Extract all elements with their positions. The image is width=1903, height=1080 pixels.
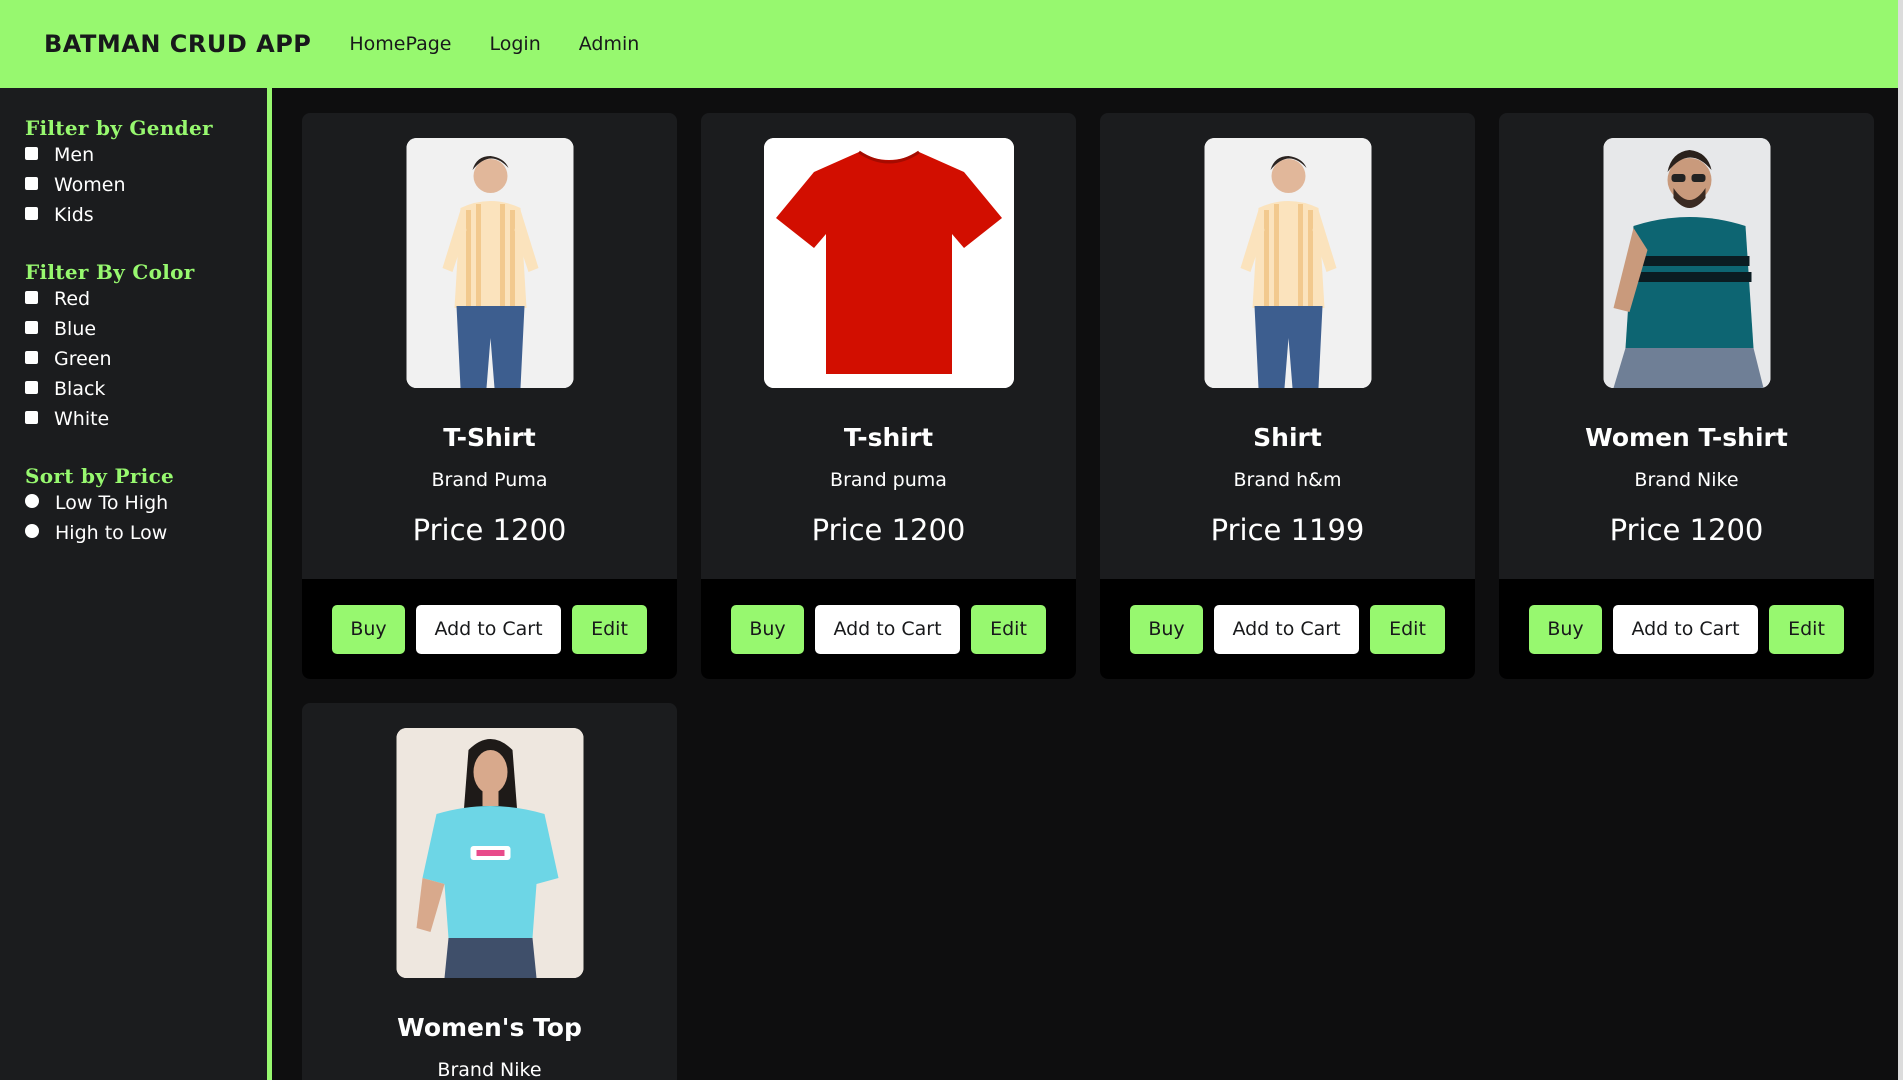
- product-card: Shirt Brand h&m Price 1199 Buy Add to Ca…: [1100, 113, 1475, 679]
- product-image: [1603, 138, 1770, 388]
- edit-button[interactable]: Edit: [1370, 604, 1445, 654]
- edit-button[interactable]: Edit: [1769, 604, 1844, 654]
- product-card: T-Shirt Brand Puma Price 1200 Buy Add to…: [302, 113, 677, 679]
- gender-filter-title: Filter by Gender: [25, 116, 213, 140]
- product-price: Price 1200: [811, 513, 966, 547]
- window-scrollbar[interactable]: [1898, 0, 1903, 1080]
- product-brand: Brand Nike: [1634, 469, 1739, 491]
- product-price: Price 1199: [1210, 513, 1365, 547]
- checkbox[interactable]: [25, 320, 38, 334]
- add-to-cart-button[interactable]: Add to Cart: [1214, 604, 1359, 654]
- product-card: Women T-shirt Brand Nike Price 1200 Buy …: [1499, 113, 1874, 679]
- product-title: Women T-shirt: [1585, 423, 1788, 452]
- product-title: Shirt: [1253, 423, 1322, 452]
- color-option-green[interactable]: Green: [25, 344, 267, 374]
- filter-sidebar: Filter by Gender Men Women Kids Filter B…: [0, 88, 272, 1080]
- price-sort-title: Sort by Price: [25, 464, 175, 488]
- product-title: Women's Top: [397, 1013, 582, 1042]
- add-to-cart-button[interactable]: Add to Cart: [416, 604, 561, 654]
- product-grid: T-Shirt Brand Puma Price 1200 Buy Add to…: [277, 88, 1898, 1080]
- nav-link-login[interactable]: Login: [490, 33, 541, 55]
- radio-button[interactable]: [25, 524, 39, 538]
- edit-button[interactable]: Edit: [971, 604, 1046, 654]
- buy-button[interactable]: Buy: [1130, 604, 1203, 654]
- gender-option-kids[interactable]: Kids: [25, 200, 267, 230]
- radio-button[interactable]: [25, 494, 39, 508]
- nav-link-homepage[interactable]: HomePage: [349, 33, 451, 55]
- sort-option-low-to-high[interactable]: Low To High: [25, 488, 267, 518]
- edit-button[interactable]: Edit: [572, 604, 647, 654]
- navbar: BATMAN CRUD APP HomePage Login Admin: [0, 0, 1898, 88]
- color-option-white[interactable]: White: [25, 404, 267, 434]
- checkbox[interactable]: [25, 350, 38, 364]
- checkbox[interactable]: [25, 410, 38, 424]
- product-image: [763, 138, 1014, 388]
- color-option-blue[interactable]: Blue: [25, 314, 267, 344]
- nav-link-admin[interactable]: Admin: [579, 33, 640, 55]
- product-brand: Brand h&m: [1233, 469, 1342, 491]
- add-to-cart-button[interactable]: Add to Cart: [815, 604, 960, 654]
- product-price: Price 1200: [1609, 513, 1764, 547]
- sort-option-high-to-low[interactable]: High to Low: [25, 518, 267, 548]
- product-image: [396, 728, 583, 978]
- product-brand: Brand puma: [830, 469, 947, 491]
- card-actions: Buy Add to Cart Edit: [1499, 579, 1874, 679]
- checkbox[interactable]: [25, 176, 38, 190]
- card-actions: Buy Add to Cart Edit: [302, 579, 677, 679]
- product-title: T-Shirt: [443, 423, 536, 452]
- product-brand: Brand Puma: [431, 469, 548, 491]
- product-brand: Brand Nike: [437, 1059, 542, 1080]
- buy-button[interactable]: Buy: [332, 604, 405, 654]
- checkbox[interactable]: [25, 206, 38, 220]
- product-card: Women's Top Brand Nike: [302, 703, 677, 1080]
- product-card: T-shirt Brand puma Price 1200 Buy Add to…: [701, 113, 1076, 679]
- product-title: T-shirt: [843, 423, 934, 452]
- checkbox[interactable]: [25, 290, 38, 304]
- color-option-red[interactable]: Red: [25, 284, 267, 314]
- card-actions: Buy Add to Cart Edit: [701, 579, 1076, 679]
- product-image: [1204, 138, 1371, 388]
- product-image: [406, 138, 573, 388]
- brand-title[interactable]: BATMAN CRUD APP: [44, 30, 311, 58]
- gender-option-men[interactable]: Men: [25, 140, 267, 170]
- add-to-cart-button[interactable]: Add to Cart: [1613, 604, 1758, 654]
- buy-button[interactable]: Buy: [1529, 604, 1602, 654]
- checkbox[interactable]: [25, 380, 38, 394]
- buy-button[interactable]: Buy: [731, 604, 804, 654]
- card-actions: Buy Add to Cart Edit: [1100, 579, 1475, 679]
- checkbox[interactable]: [25, 146, 38, 160]
- color-option-black[interactable]: Black: [25, 374, 267, 404]
- product-price: Price 1200: [412, 513, 567, 547]
- color-filter-title: Filter By Color: [25, 260, 195, 284]
- gender-option-women[interactable]: Women: [25, 170, 267, 200]
